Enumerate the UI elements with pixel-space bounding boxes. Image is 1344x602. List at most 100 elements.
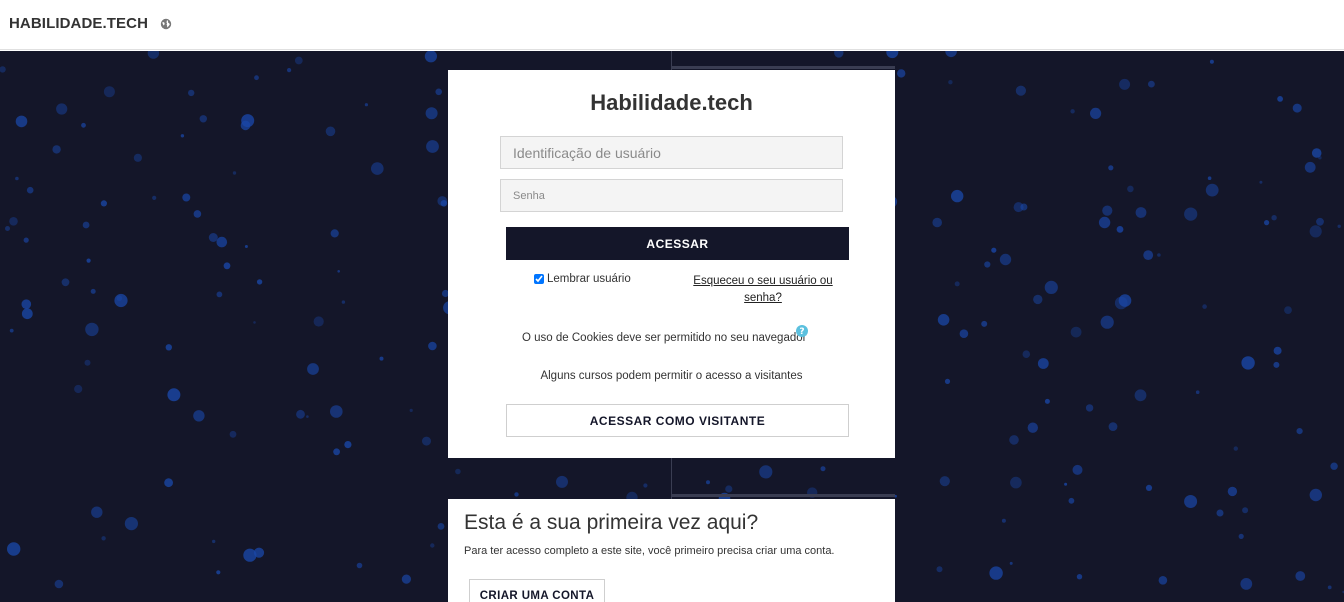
particle-dot (330, 405, 343, 418)
particle-dot (1238, 533, 1244, 539)
particle-dot (52, 145, 61, 154)
password-input[interactable] (500, 179, 843, 212)
particle-dot (23, 237, 29, 243)
particle-dot (294, 56, 303, 65)
particle-dot (440, 200, 448, 207)
particle-dot (15, 176, 19, 181)
particle-dot (944, 378, 951, 384)
particle-dot (306, 415, 309, 418)
particle-dot (61, 278, 70, 287)
particle-dot (1070, 326, 1082, 338)
particle-dot (180, 134, 185, 138)
particle-dot (1108, 165, 1114, 171)
particle-dot (1070, 109, 1075, 114)
particle-dot (21, 299, 32, 309)
particle-dot (984, 261, 991, 268)
particle-dot (1240, 578, 1253, 590)
particle-dot (164, 478, 174, 488)
particle-dot (1072, 464, 1083, 475)
signup-card: Esta é a sua primeira vez aqui? Para ter… (448, 499, 895, 602)
particle-dot (101, 536, 106, 541)
particle-dot (5, 226, 10, 231)
particle-dot (1296, 428, 1303, 435)
particle-dot (212, 539, 216, 544)
particle-dot (54, 579, 64, 589)
particle-dot (932, 217, 942, 228)
particle-dot (1098, 216, 1111, 229)
particle-dot (243, 548, 257, 562)
forgot-password-link[interactable]: Esqueceu o seu usuário ou senha? (692, 273, 834, 307)
particle-dot (897, 69, 906, 78)
particle-dot (341, 300, 346, 304)
particle-dot (90, 288, 96, 294)
particle-dot (1205, 183, 1219, 197)
particle-dot (1207, 176, 1212, 180)
particle-dot (313, 316, 324, 327)
particle-dot (936, 566, 943, 573)
particle-dot (1033, 294, 1043, 305)
question-circle-icon[interactable]: ? (796, 325, 808, 337)
particle-dot (193, 210, 202, 218)
particle-dot (981, 320, 988, 327)
particle-dot (455, 468, 461, 475)
particle-dot (759, 465, 773, 479)
particle-dot (1209, 59, 1214, 64)
particle-dot (333, 448, 340, 456)
particle-dot (1264, 220, 1270, 226)
particle-dot (1184, 495, 1198, 508)
particle-dot (1273, 346, 1282, 355)
particle-dot (91, 506, 103, 518)
particle-dot (9, 328, 14, 333)
particle-dot (428, 341, 437, 351)
particle-dot (1013, 202, 1024, 213)
remember-checkbox[interactable] (534, 274, 544, 284)
particle-dot (364, 103, 368, 107)
create-account-button[interactable]: CRIAR UMA CONTA (469, 579, 605, 602)
globe-icon[interactable] (160, 18, 172, 30)
particle-dot (1037, 358, 1049, 369)
particle-dot (216, 570, 221, 575)
particle-dot (124, 517, 138, 531)
particle-dot (1116, 226, 1124, 233)
background-strip-bottom (671, 494, 895, 497)
particle-dot (424, 51, 437, 63)
particle-dot (344, 441, 352, 449)
guest-login-button[interactable]: ACESSAR COMO VISITANTE (506, 404, 849, 437)
particle-dot (296, 409, 305, 419)
particle-dot (643, 483, 648, 488)
particle-dot (84, 359, 91, 366)
particle-dot (244, 245, 248, 248)
particle-dot (706, 480, 710, 485)
particle-dot (989, 566, 1003, 580)
username-input[interactable] (500, 136, 843, 169)
particle-dot (1241, 356, 1255, 370)
site-brand[interactable]: HABILIDADE.TECH (9, 15, 148, 32)
particle-dot (26, 186, 34, 194)
particle-dot (834, 51, 844, 58)
particle-dot (254, 75, 259, 81)
login-button[interactable]: ACESSAR (506, 227, 849, 260)
particle-dot (223, 262, 231, 270)
particle-dot (1118, 294, 1132, 307)
signup-description: Para ter acesso completo a este site, vo… (464, 545, 835, 557)
particle-dot (307, 363, 319, 375)
particle-dot (1157, 253, 1161, 257)
particle-dot (1044, 398, 1050, 404)
particle-dot (86, 258, 91, 263)
signup-title: Esta é a sua primeira vez aqui? (464, 511, 759, 534)
particle-dot (430, 543, 435, 548)
particle-dot (193, 410, 205, 422)
particle-dot (74, 384, 83, 394)
particle-dot (379, 356, 384, 361)
particle-dot (514, 492, 519, 497)
particle-dot (1127, 185, 1134, 193)
particle-dot (1227, 486, 1238, 497)
remember-user[interactable]: Lembrar usuário (534, 273, 631, 285)
particle-dot (1143, 250, 1154, 260)
particle-dot (1085, 404, 1094, 412)
particle-dot (1010, 476, 1022, 489)
particle-dot (1135, 207, 1147, 218)
particle-dot (133, 153, 142, 162)
particle-dot (1309, 488, 1323, 502)
particle-dot (1001, 518, 1006, 523)
